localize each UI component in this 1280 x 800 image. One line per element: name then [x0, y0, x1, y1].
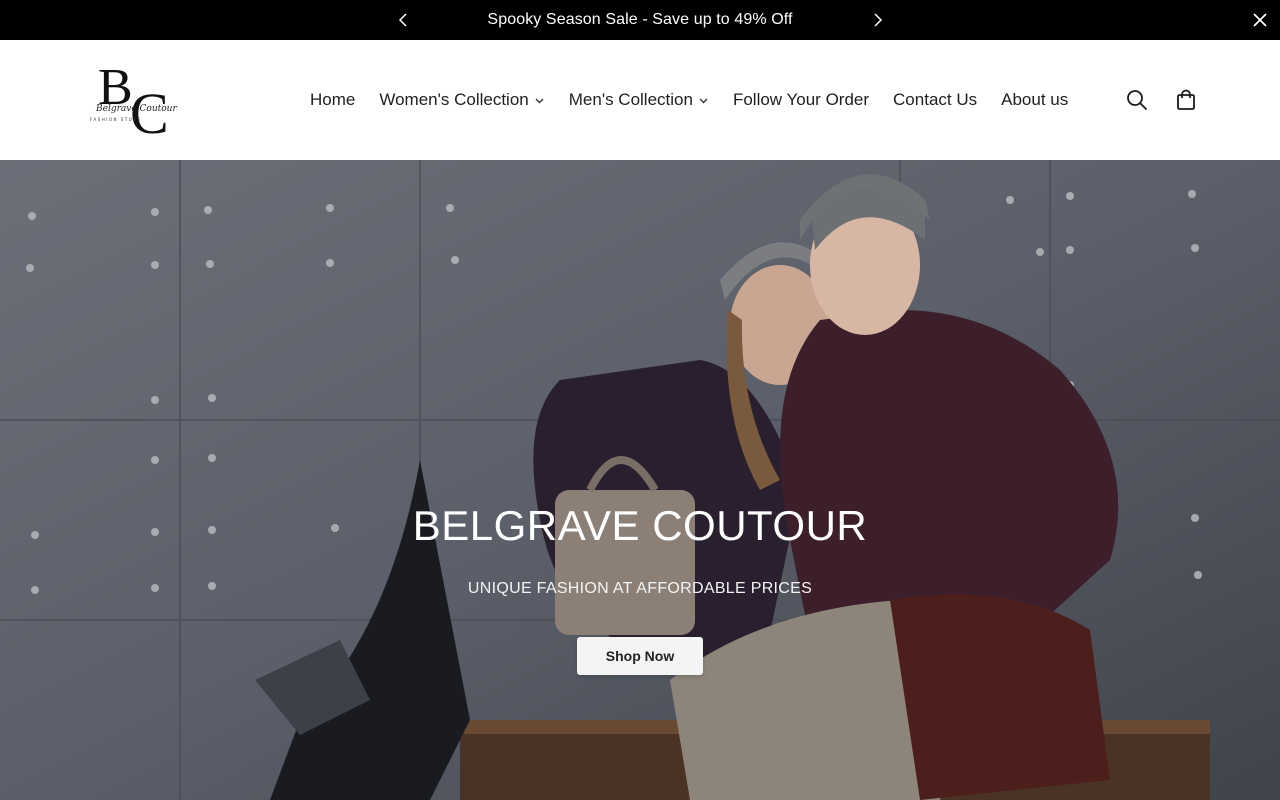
- hero-subtitle: UNIQUE FASHION AT AFFORDABLE PRICES: [467, 580, 813, 597]
- hero-banner: BELGRAVE COUTOUR UNIQUE FASHION AT AFFOR…: [0, 160, 1280, 800]
- announcement-close-button[interactable]: [1250, 10, 1270, 30]
- nav-about-us[interactable]: About us: [1001, 90, 1068, 110]
- close-icon: [1253, 13, 1267, 27]
- nav-follow-your-order-label: Follow Your Order: [732, 90, 870, 109]
- search-icon: [1127, 90, 1147, 110]
- logo-tagline-text: FASHION STORE: [90, 117, 142, 122]
- chevron-down-icon: [699, 96, 709, 106]
- nav-home[interactable]: Home: [310, 90, 355, 110]
- nav-womens-collection[interactable]: Women's Collection: [379, 90, 544, 110]
- nav-mens-collection[interactable]: Men's Collection: [569, 90, 709, 110]
- announcement-next-button[interactable]: [868, 10, 888, 30]
- brand-logo[interactable]: B C Belgrave Coutour FASHION STORE: [88, 54, 184, 146]
- announcement-bar: Spooky Season Sale - Save up to 49% Off: [0, 0, 1280, 40]
- cart-icon: [1177, 89, 1195, 110]
- hero-background-image: [0, 160, 1280, 800]
- site-header: B C Belgrave Coutour FASHION STORE Home …: [0, 40, 1280, 160]
- nav-contact-us[interactable]: Contact Us: [893, 90, 977, 110]
- chevron-right-icon: [874, 13, 883, 27]
- search-button[interactable]: [1124, 87, 1150, 113]
- announcement-text[interactable]: Spooky Season Sale - Save up to 49% Off: [0, 0, 1280, 40]
- main-nav: Home Women's Collection Men's Collection…: [310, 40, 1068, 160]
- nav-about-us-label: About us: [1001, 90, 1069, 109]
- nav-home-label: Home: [310, 90, 356, 109]
- nav-womens-collection-label: Women's Collection: [379, 90, 529, 109]
- nav-follow-your-order[interactable]: Follow Your Order: [733, 90, 869, 110]
- cart-button[interactable]: [1173, 87, 1199, 113]
- chevron-down-icon: [535, 96, 545, 106]
- nav-contact-us-label: Contact Us: [893, 90, 978, 109]
- shop-now-button[interactable]: Shop Now: [577, 637, 703, 675]
- nav-mens-collection-label: Men's Collection: [568, 90, 693, 109]
- logo-script-text: Belgrave Coutour: [95, 104, 177, 114]
- hero-title: BELGRAVE COUTOUR: [412, 502, 868, 549]
- brand-logo-mark: B C Belgrave Coutour FASHION STORE: [90, 59, 177, 146]
